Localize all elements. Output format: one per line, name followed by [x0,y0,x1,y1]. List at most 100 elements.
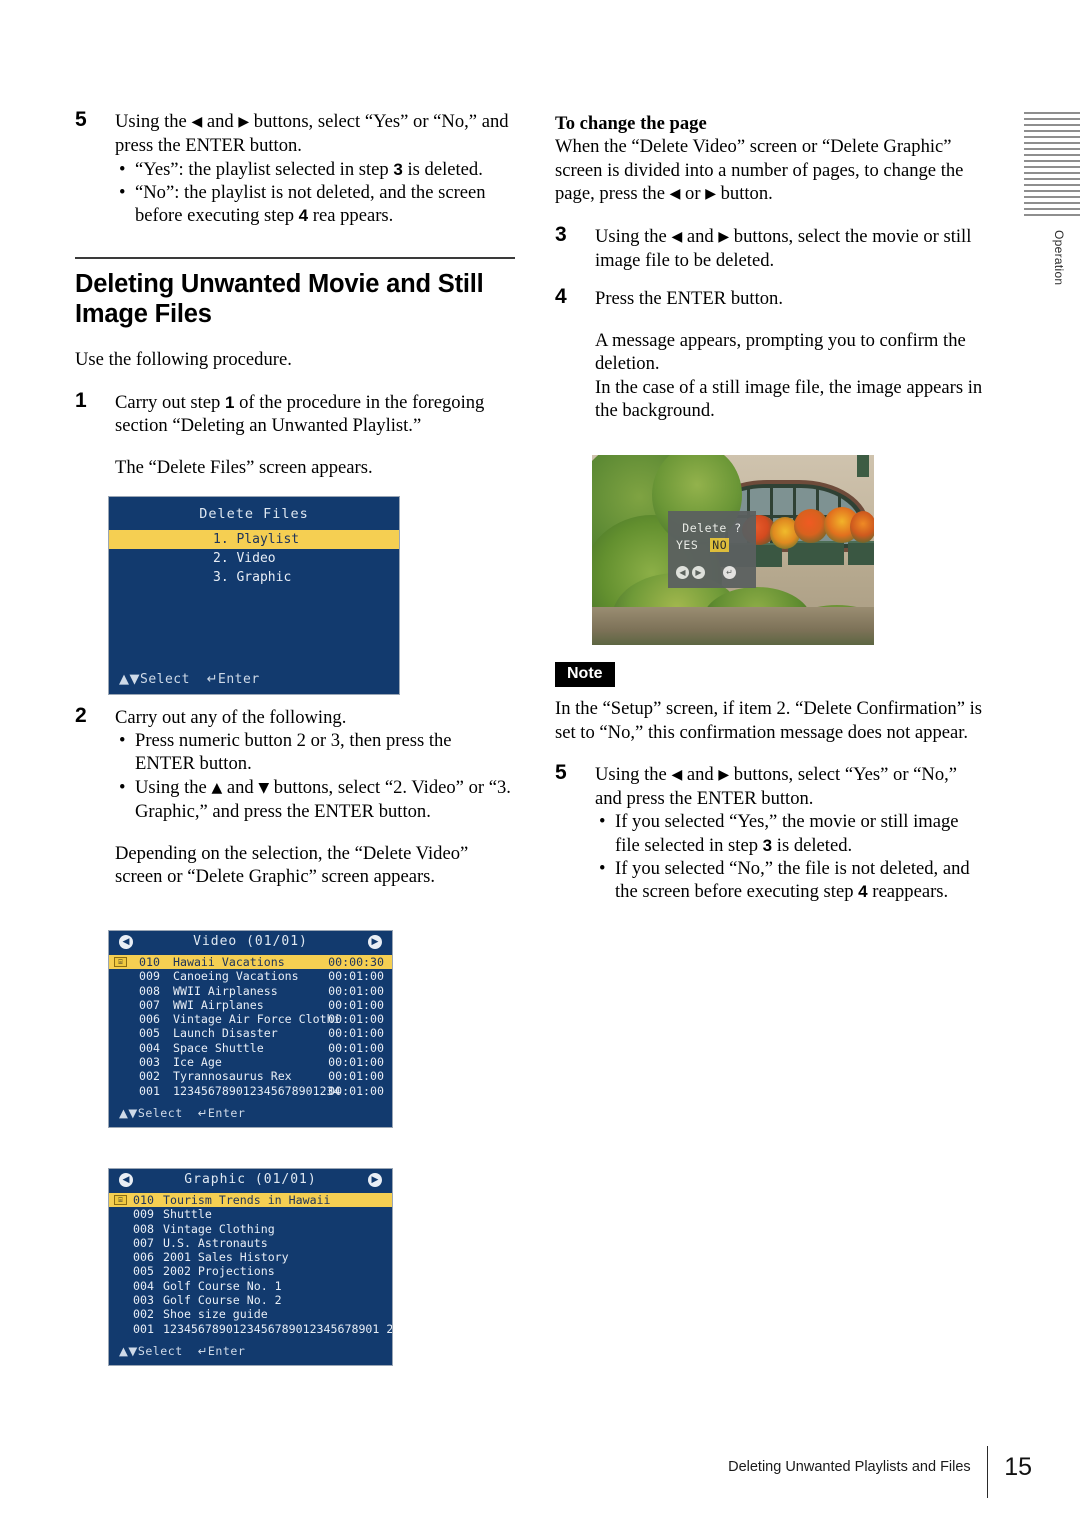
step-number: 1 [75,388,87,412]
step-text-pre: Carry out step [115,391,225,413]
osd-list-item[interactable]: 009 Shuttle [109,1207,392,1221]
down-arrow-icon: ▼ [128,1344,138,1358]
arrow-left-icon: ◀ [669,185,681,202]
osd-list-item[interactable]: 007 U.S. Astronauts [109,1236,392,1250]
bullet-a: Using the [135,776,212,798]
step-text-c: buttons, select “Yes” or “No,” [729,763,958,785]
step-number: 4 [555,284,567,308]
step-bullets: If you selected “Yes,” the movie or stil… [595,810,985,903]
osd-menu-item-playlist[interactable]: 1. Playlist [109,530,399,549]
osd-list-item[interactable]: 009 Canoeing Vacations 00:01:00 [109,969,392,983]
step-text-a: Using the [115,111,192,132]
step-text-b: and [682,226,719,248]
page-prev-icon[interactable]: ◀ [119,1173,133,1187]
step-text: Using the ◀ and ▶ buttons, select “Yes” … [595,763,985,904]
osd-title: Delete Files [199,506,309,522]
down-arrow-icon: ▼ [129,672,140,687]
osd-menu-item-video[interactable]: 2. Video [109,549,399,568]
osd-list-item[interactable]: 002 Shoe size guide [109,1307,392,1321]
osd-list-item[interactable]: 006 Vintage Air Force Clothi 00:01:00 [109,1012,392,1026]
photo-flowers [794,509,828,543]
step-text-b: and [682,763,719,785]
arrow-left-icon: ◀ [671,229,683,246]
osd-list-item[interactable]: 008 WWII Airplaness 00:01:00 [109,984,392,998]
osd-list-item[interactable]: ⌸ 010 Hawaii Vacations 00:00:30 [109,955,392,970]
osd-list-item[interactable]: 003 Ice Age 00:01:00 [109,1055,392,1069]
bullet-step-ref: 4 [298,206,309,226]
note-text: In the “Setup” screen, if item 2. “Delet… [555,698,982,743]
step-number: 2 [75,703,87,727]
dialog-options: YES NO [668,538,756,552]
osd-list-item[interactable]: 005 2002 Projections [109,1264,392,1278]
osd-list-item[interactable]: 001 1234567890123456789012345678901 23456 [109,1322,392,1336]
photo-flowers [850,511,874,543]
file-id: 005 [133,1264,154,1279]
osd-list-item[interactable]: 002 Tyrannosaurus Rex 00:01:00 [109,1069,392,1083]
arrow-up-icon: ▲ [211,779,223,796]
enter-icon: ↵ [197,1106,208,1120]
screenshot-delete-confirmation-photo: Delete ? YES NO ◀ ▶ ↵ [592,455,874,645]
step-1: 1 Carry out step 1 of the procedure in t… [75,388,515,480]
step-number: 5 [555,760,567,784]
file-id: 010 [139,955,160,969]
osd-menu-item-graphic[interactable]: 3. Graphic [109,568,399,587]
file-duration: 00:01:00 [328,1069,384,1084]
dialog-no-button[interactable]: NO [710,538,730,552]
page-next-icon[interactable]: ▶ [368,1173,382,1187]
osd-list-item[interactable]: 005 Launch Disaster 00:01:00 [109,1026,392,1040]
step-result: Depending on the selection, the “Delete … [115,843,469,888]
file-title: 1234567890123456789012345678901 23456 [163,1321,393,1336]
screenshot-delete-files-screen: Delete Files 1. Playlist 2. Video 3. Gra… [108,496,400,695]
side-tab-label: Operation [1052,230,1066,286]
note-badge: Note [555,662,615,688]
osd-list-item[interactable]: ⌸ 010 Tourism Trends in Hawaii [109,1193,392,1208]
file-title: Hawaii Vacations [173,955,285,969]
file-duration: 00:01:00 [328,1026,384,1041]
file-id: 002 [133,1307,154,1322]
step-text: Carry out any of the following. Press nu… [115,706,515,823]
file-title: Golf Course No. 1 [163,1278,282,1293]
photo-ground [592,607,874,645]
dialog-hint-icons: ◀ ▶ ↵ [676,566,736,579]
manual-page: 5 Using the ◀ and ▶ buttons, select “Yes… [0,0,1080,1528]
osd-list-item[interactable]: 006 2001 Sales History [109,1250,392,1264]
step-3: 3 Using the ◀ and ▶ buttons, select the … [555,223,985,273]
page-next-icon[interactable]: ▶ [368,935,382,949]
osd-list-item[interactable]: 004 Golf Course No. 1 [109,1279,392,1293]
file-title: Vintage Air Force Clothi [173,1012,341,1027]
osd-footer-select-label: Select [140,672,190,687]
bullet-item: Press numeric button 2 or 3, then press … [115,729,515,776]
osd-footer: ▲▼Select ↵Enter [119,1106,245,1120]
osd-list-item[interactable]: 001 123456789012345678901234 00:01:00 [109,1084,392,1098]
page-prev-icon[interactable]: ◀ [119,935,133,949]
osd-footer-select-label: Select [137,1106,183,1120]
file-duration: 00:01:00 [328,1040,384,1055]
file-duration: 00:01:00 [328,983,384,998]
screenshot-delete-graphic-screen: ◀ Graphic (01/01) ▶ ⌸ 010 Tourism Trends i… [108,1168,393,1366]
osd-list-item[interactable]: 007 WWI Airplanes 00:01:00 [109,998,392,1012]
step-5-previous: 5 Using the ◀ and ▶ buttons, select “Yes… [75,108,515,227]
file-id: 004 [139,1040,160,1055]
osd-list-item[interactable]: 008 Vintage Clothing [109,1222,392,1236]
dialog-yes-button[interactable]: YES [676,538,698,552]
osd-file-list: ⌸ 010 Tourism Trends in Hawaii 009 Shuttle … [109,1193,392,1336]
step-2: 2 Carry out any of the following. Press … [75,703,515,889]
osd-footer-select-label: Select [137,1344,183,1358]
osd-topbar: ◀ Graphic (01/01) ▶ [109,1169,392,1191]
bullet-step-ref: 3 [393,159,403,179]
step-text: Carry out step 1 of the procedure in the… [115,391,515,438]
step-number: 5 [75,108,87,131]
file-title: 123456789012345678901234 [173,1083,341,1098]
bullet-post: rea ppears. [308,205,394,227]
step-number: 3 [555,223,567,247]
osd-list-item[interactable]: 004 Space Shuttle 00:01:00 [109,1041,392,1055]
file-id: 009 [139,969,160,984]
file-title: Shuttle [163,1207,212,1222]
osd-list-item[interactable]: 003 Golf Course No. 2 [109,1293,392,1307]
osd-footer-enter-label: Enter [207,1344,246,1358]
file-title: Ice Age [173,1055,222,1070]
